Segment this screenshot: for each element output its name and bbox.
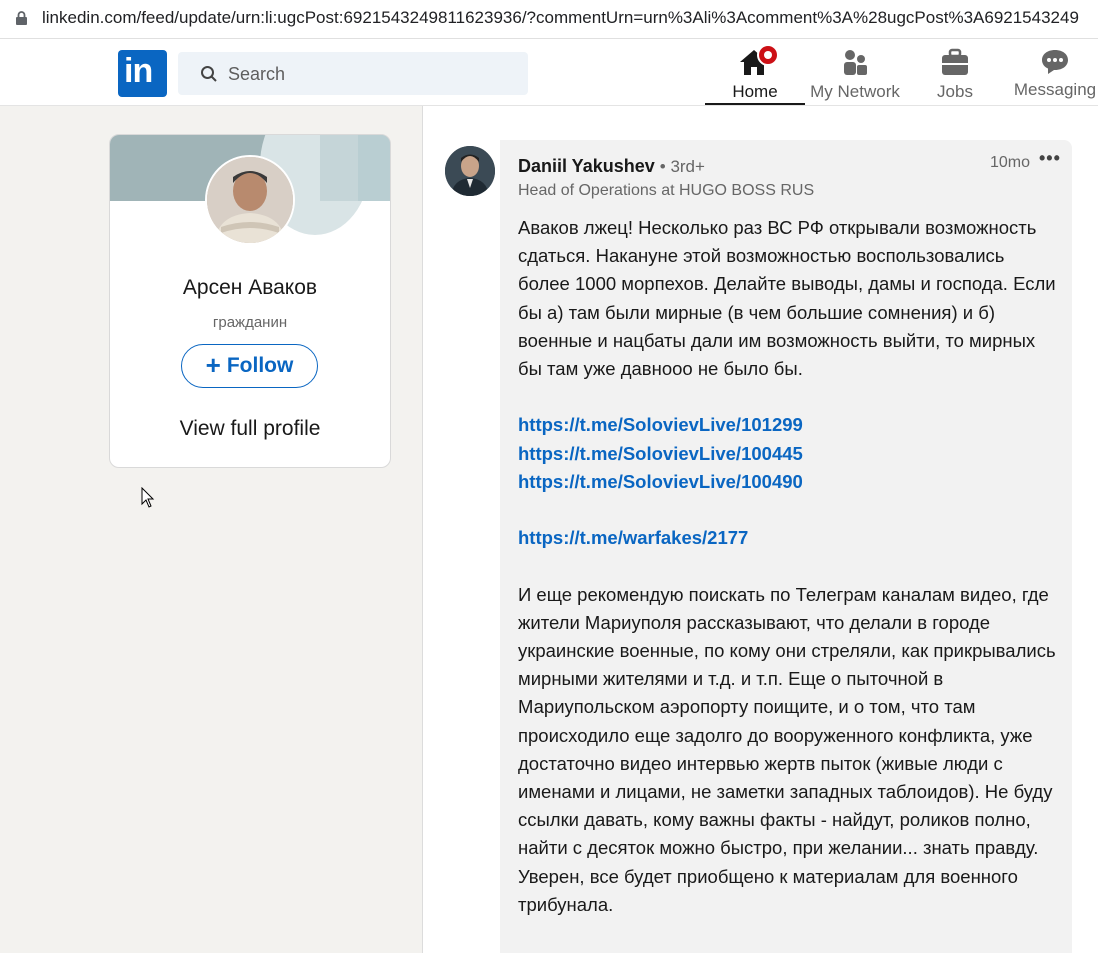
comment-bubble: Daniil Yakushev • 3rd+ Head of Operation… xyxy=(500,140,1072,953)
linkedin-logo[interactable]: in xyxy=(118,50,167,97)
search-icon xyxy=(201,66,217,82)
profile-name[interactable]: Арсен Аваков xyxy=(110,276,390,300)
people-icon xyxy=(844,50,867,75)
nav-my-network-label: My Network xyxy=(810,82,900,101)
logo-text: in xyxy=(124,52,153,90)
profile-title: гражданин xyxy=(212,314,288,331)
nav-my-network[interactable]: My Network xyxy=(805,39,905,105)
browser-address-bar[interactable]: linkedin.com/feed/update/urn:li:ugcPost:… xyxy=(0,0,1098,39)
follow-label: Follow xyxy=(226,354,294,377)
connection-degree: • 3rd+ xyxy=(659,157,705,176)
nav-jobs-label: Jobs xyxy=(937,82,973,101)
comment-author-headline: Head of Operations at HUGO BOSS RUS xyxy=(518,182,815,199)
top-navigation: in Search Home My Network Jobs Messaging xyxy=(0,39,1098,106)
comment-link[interactable]: https://t.me/SolovievLive/100445 xyxy=(518,440,1058,468)
column-divider xyxy=(422,106,423,953)
comment-author-name[interactable]: Daniil Yakushev xyxy=(518,156,655,176)
follow-button[interactable]: + Follow xyxy=(181,344,318,388)
comment-link[interactable]: https://t.me/SolovievLive/101299 xyxy=(518,411,1058,439)
more-options-icon[interactable]: ••• xyxy=(1039,148,1061,169)
mouse-cursor-icon xyxy=(141,487,155,508)
chat-icon xyxy=(1042,50,1068,74)
commenter-photo xyxy=(445,146,495,196)
briefcase-icon xyxy=(942,48,968,75)
nav-messaging-label: Messaging xyxy=(1013,80,1097,99)
lock-icon xyxy=(16,11,27,25)
profile-photo xyxy=(207,157,293,243)
search-placeholder: Search xyxy=(228,64,286,84)
comment-author[interactable]: Daniil Yakushev • 3rd+ xyxy=(518,156,705,177)
view-full-profile-link[interactable]: View full profile xyxy=(110,417,390,441)
comment-paragraph: Аваков лжец! Несколько раз ВС РФ открыва… xyxy=(518,217,1056,380)
search-input[interactable]: Search xyxy=(178,52,528,95)
nav-messaging[interactable]: Messaging xyxy=(1005,39,1098,105)
comment-link[interactable]: https://t.me/warfakes/2177 xyxy=(518,524,1058,552)
comment-paragraph: И еще рекомендую поискать по Телеграм ка… xyxy=(518,583,1056,915)
nav-jobs[interactable]: Jobs xyxy=(905,39,1005,105)
url-text[interactable]: linkedin.com/feed/update/urn:li:ugcPost:… xyxy=(42,8,1098,28)
profile-card: Арсен Аваков гражданин + Follow View ful… xyxy=(109,134,391,468)
profile-avatar[interactable] xyxy=(205,155,295,245)
commenter-avatar[interactable] xyxy=(445,146,495,196)
comment-body: Аваков лжец! Несколько раз ВС РФ открыва… xyxy=(518,214,1058,919)
nav-home[interactable]: Home xyxy=(705,39,805,105)
plus-icon: + xyxy=(205,350,221,380)
notification-badge xyxy=(757,44,779,66)
comment-time: 10mo xyxy=(990,154,1031,171)
nav-home-label: Home xyxy=(732,82,778,101)
comment-link[interactable]: https://t.me/SolovievLive/100490 xyxy=(518,468,1058,496)
